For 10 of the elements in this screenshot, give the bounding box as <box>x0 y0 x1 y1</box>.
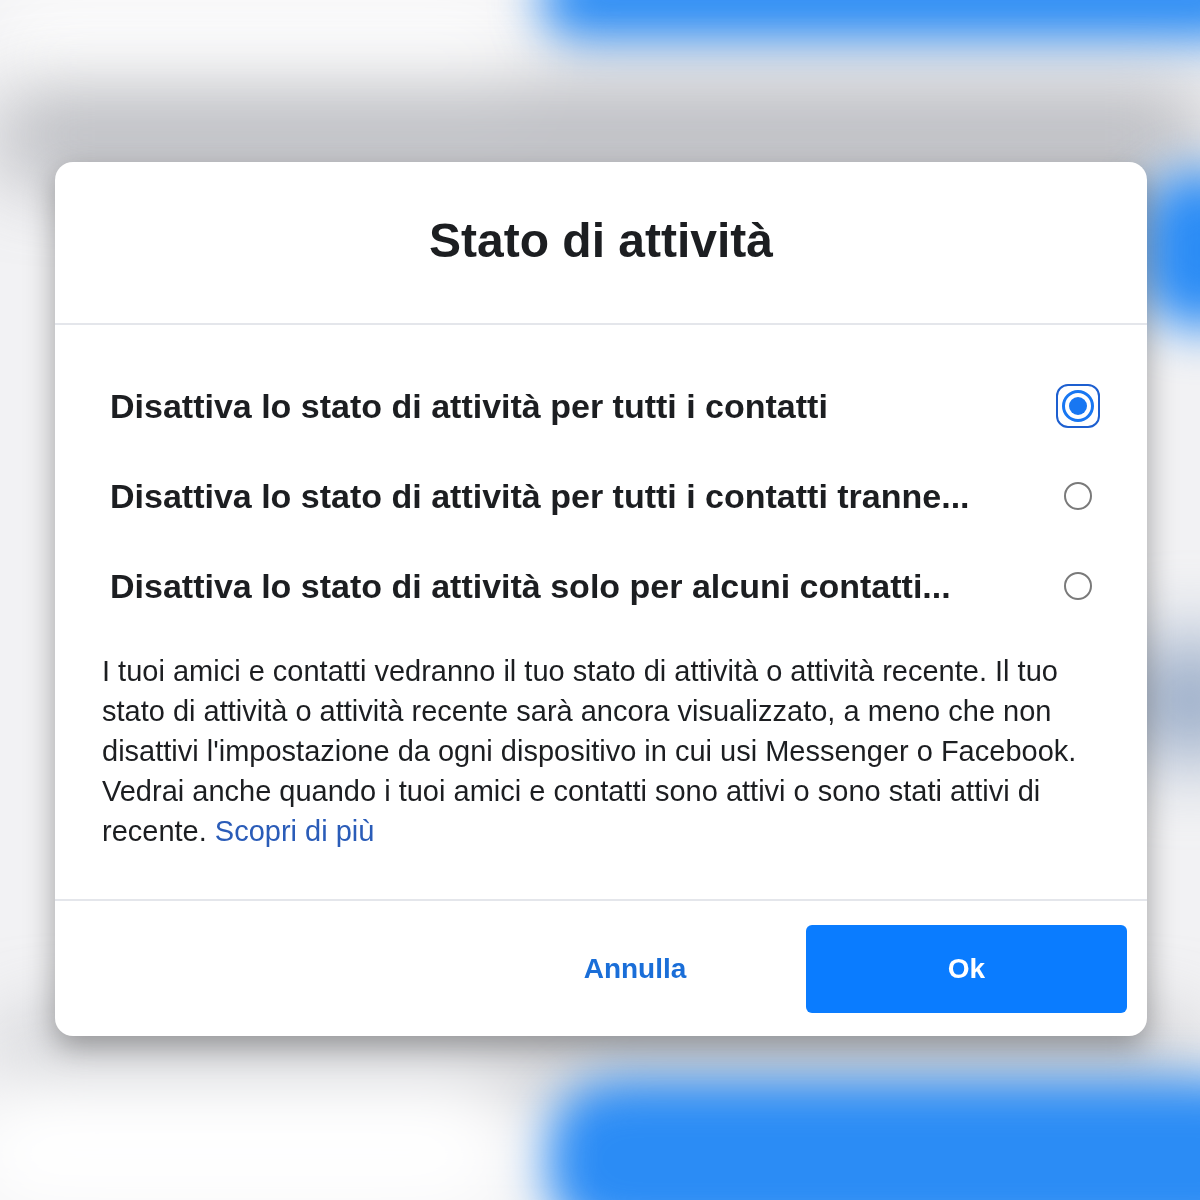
description-text: I tuoi amici e contatti vedranno il tuo stato di attività o attività recente. Il tuo stato di attività o attività recente sarà ancora visualizzato, a meno che non disattivi l'impostazione da ogni dispositivo in cui usi Messenger o Facebook. Vedrai anche quando i tuoi amici e contatti sono attivi o sono stati attivi di recente. Scopri di più <box>101 654 1078 849</box>
option-label[interactable]: Disattiva lo stato di attività solo per alcuni contatti... <box>110 560 951 612</box>
radio-button[interactable] <box>1056 384 1100 428</box>
option-label[interactable]: Disattiva lo stato di attività per tutti i contatti <box>110 380 828 432</box>
option-label[interactable]: Disattiva lo stato di attività per tutti i contatti tranne... <box>110 470 970 522</box>
ok-button[interactable]: Ok <box>806 925 1127 1013</box>
radio-button[interactable] <box>1064 482 1092 510</box>
radio-button[interactable] <box>1064 572 1092 600</box>
dialog-title: Stato di attività <box>428 212 773 269</box>
learn-more-link[interactable]: Scopri di più <box>214 815 375 847</box>
